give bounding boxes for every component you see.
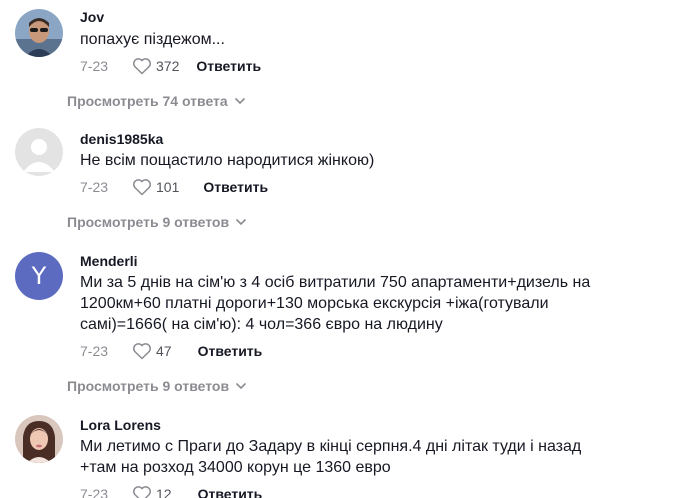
comment-text: Ми летимо с Праги до Задару в кінці серп… <box>80 438 582 476</box>
comment-meta: 7-23 47 Ответить <box>80 341 262 361</box>
username[interactable]: Lora Lorens <box>80 417 161 433</box>
like-button[interactable]: 101 <box>132 178 179 196</box>
username[interactable]: Jov <box>80 9 104 25</box>
like-count: 101 <box>156 179 180 195</box>
like-button[interactable]: 47 <box>132 342 172 360</box>
avatar-letter: Y <box>31 262 47 290</box>
reply-button[interactable]: Ответить <box>198 343 263 359</box>
view-replies-label: Просмотреть 9 ответов <box>67 214 230 230</box>
comment-date: 7-23 <box>80 58 109 74</box>
username[interactable]: denis1985ka <box>80 131 163 147</box>
view-replies-label: Просмотреть 74 ответа <box>67 93 228 109</box>
like-count: 47 <box>156 343 172 359</box>
chevron-down-icon <box>236 382 247 390</box>
comment-date: 7-23 <box>80 486 109 498</box>
like-button[interactable]: 372 <box>132 57 179 75</box>
heart-icon <box>133 58 151 75</box>
comment-date: 7-23 <box>80 179 109 195</box>
comment-date: 7-23 <box>80 343 109 359</box>
view-replies-button[interactable]: Просмотреть 74 ответа <box>67 93 246 109</box>
view-replies-button[interactable]: Просмотреть 9 ответов <box>67 378 247 394</box>
comment-meta: 7-23 372 Ответить <box>80 56 261 76</box>
view-replies-button[interactable]: Просмотреть 9 ответов <box>67 214 247 230</box>
view-replies-label: Просмотреть 9 ответов <box>67 378 230 394</box>
avatar[interactable] <box>15 128 63 176</box>
avatar[interactable]: Y <box>15 252 63 300</box>
comment-meta: 7-23 101 Ответить <box>80 177 268 197</box>
chevron-down-icon <box>236 218 247 226</box>
comment-text: попахує піздежом... <box>80 31 225 48</box>
like-button[interactable]: 12 <box>132 485 172 498</box>
comment-meta: 7-23 12 Ответить <box>80 484 262 498</box>
chevron-down-icon <box>234 97 245 105</box>
heart-icon <box>133 486 151 498</box>
reply-button[interactable]: Ответить <box>196 58 261 74</box>
comment-text: Не всім пощастило народитися жінкою) <box>80 152 375 169</box>
reply-button[interactable]: Ответить <box>203 179 268 195</box>
heart-icon <box>133 179 151 196</box>
heart-icon <box>133 343 151 360</box>
avatar[interactable] <box>15 415 63 463</box>
username[interactable]: Menderli <box>80 253 138 269</box>
like-count: 12 <box>156 486 172 498</box>
reply-button[interactable]: Ответить <box>198 486 263 498</box>
like-count: 372 <box>156 58 180 74</box>
avatar[interactable] <box>15 9 63 57</box>
comment-text: Ми за 5 днів на сім'ю з 4 осіб витратили… <box>80 274 591 333</box>
